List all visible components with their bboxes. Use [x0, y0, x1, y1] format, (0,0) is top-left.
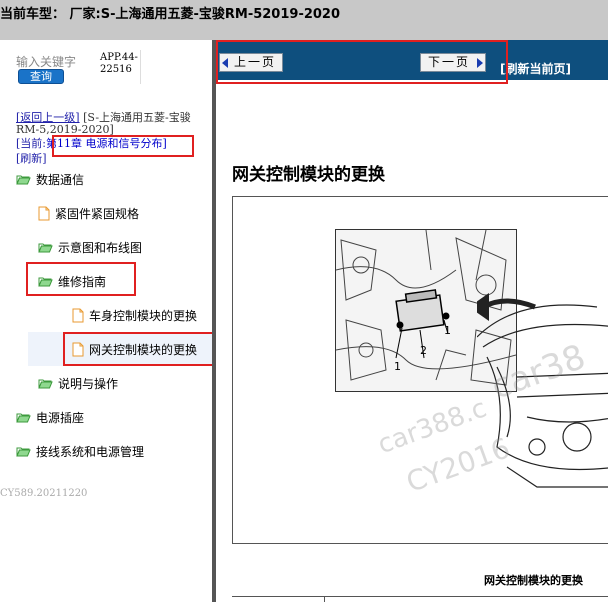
callout-1-right: 1	[444, 324, 451, 337]
search-button[interactable]: 查询	[18, 69, 64, 84]
highlight-current-chapter	[52, 135, 194, 157]
content-pane: 上一页 下一页 [刷新当前页] 网关控制模块的更换 1 2 1 car38 ca…	[216, 40, 608, 602]
breadcrumb: [返回上一级] [S-上海通用五菱-宝骏RM-5,2019-2020]	[16, 112, 212, 136]
folder-open-icon	[16, 413, 31, 422]
current-model-title: 当前车型： 厂家:S-上海通用五菱-宝骏RM-52019-2020	[0, 7, 341, 22]
tree-item-wiring-power-management[interactable]: 接线系统和电源管理	[16, 440, 144, 462]
tree-item-power-outlet[interactable]: 电源插座	[16, 406, 84, 428]
app-code: APP.44-22516	[100, 52, 138, 75]
figure-caption: 网关控制模块的更换	[484, 574, 583, 587]
tree-item-schematics[interactable]: 示意图和布线图	[38, 236, 142, 258]
vehicle-dashboard-drawing	[477, 293, 608, 488]
folder-open-icon	[38, 243, 53, 252]
highlight-gateway-replacement	[63, 332, 212, 366]
current-prefix: [当前:	[16, 137, 46, 150]
highlight-repair-guide	[26, 262, 136, 296]
tree-item-fastener-specs[interactable]: 紧固件紧固规格	[38, 202, 139, 224]
folder-open-icon	[16, 175, 31, 184]
refresh-link[interactable]: [刷新]	[16, 150, 47, 166]
tree-item-bcm-replacement[interactable]: 车身控制模块的更换	[72, 304, 197, 326]
search-input[interactable]	[16, 54, 76, 70]
callout-1-left: 1	[394, 360, 401, 373]
folder-open-icon	[16, 447, 31, 456]
tree-item-data-communication[interactable]: 数据通信	[16, 168, 84, 190]
title-bar: 当前车型： 厂家:S-上海通用五菱-宝骏RM-52019-2020	[0, 0, 608, 40]
highlight-nav-buttons	[216, 40, 508, 84]
folder-open-icon	[38, 379, 53, 388]
tree-item-description-operation[interactable]: 说明与操作	[38, 372, 118, 394]
table-column-divider	[324, 596, 325, 602]
document-icon	[38, 206, 50, 220]
callout-2: 2	[420, 344, 427, 357]
footer-code: CY589.20211220	[0, 488, 88, 499]
page-title: 网关控制模块的更换	[232, 165, 385, 185]
sidebar: 查询 APP.44-22516 [返回上一级] [S-上海通用五菱-宝骏RM-5…	[0, 40, 212, 602]
table-top-border	[232, 596, 608, 597]
refresh-current-page-link[interactable]: [刷新当前页]	[500, 60, 571, 77]
document-icon	[72, 308, 84, 322]
